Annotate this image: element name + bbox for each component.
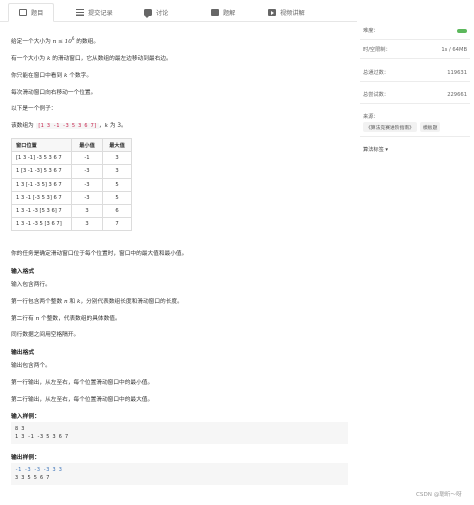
tried-row: 总尝试数： 229661 bbox=[360, 86, 470, 104]
tab-video[interactable]: 视频讲解 bbox=[268, 3, 305, 22]
sample-output-code: -1 -3 -3 -3 3 3 3 3 5 5 6 7 bbox=[11, 463, 348, 485]
chat-icon bbox=[144, 9, 152, 18]
statement-line: 输出包含两个。 bbox=[11, 363, 51, 369]
tab-label: 提交记录 bbox=[88, 10, 113, 17]
tab-problem[interactable]: 题目 bbox=[8, 3, 55, 22]
algorithm-tags-toggle[interactable]: 算法标签 ▾ bbox=[363, 146, 388, 153]
table-row: [1 3 -1] -3 5 3 6 7 -1 3 bbox=[11, 151, 132, 166]
source-badge[interactable]: 《算法竞赛进阶指南》 bbox=[363, 122, 417, 132]
solution-icon bbox=[211, 9, 219, 16]
limit-row: 时/空限制： 1s / 64MB bbox=[360, 41, 470, 59]
passed-row: 总通过数： 119631 bbox=[360, 64, 470, 82]
sample-input-heading: 输入样例： bbox=[11, 414, 40, 420]
sample-input-code: 8 3 1 3 -1 -3 5 3 6 7 bbox=[11, 422, 348, 444]
tab-submissions[interactable]: 提交记录 bbox=[76, 3, 113, 22]
example-table: 窗口位置 最小值 最大值 [1 3 -1] -3 5 3 6 7 -1 3 1 [3… bbox=[11, 137, 132, 232]
problem-tabs: 题目 提交记录 讨论 题解 视频讲解 bbox=[0, 0, 357, 22]
difficulty-indicator bbox=[457, 28, 467, 33]
book-icon bbox=[19, 9, 27, 16]
statement-line: 给定一个大小为 n ≤ 106 的数组。 bbox=[11, 36, 100, 45]
video-icon bbox=[268, 9, 276, 16]
difficulty-row: 难度： bbox=[360, 22, 470, 40]
table-header: 最小值 bbox=[71, 137, 103, 153]
statement-line: 第二行有 n 个整数，代表数组的具体数值。 bbox=[11, 316, 121, 322]
tab-solutions[interactable]: 题解 bbox=[211, 3, 235, 22]
tab-label: 讨论 bbox=[156, 10, 169, 17]
statement-line: 有一个大小为 k 的滑动窗口，它从数组的最左边移动到最右边。 bbox=[11, 56, 172, 62]
source-row: 来源： 《算法竞赛进阶指南》 模板题 bbox=[360, 109, 470, 137]
inline-code: [1 3 -1 -3 5 3 6 7] bbox=[35, 123, 99, 129]
statement-line: 你只能在窗口中看到 k 个数字。 bbox=[11, 73, 93, 79]
sample-output-line: -1 -3 -3 -3 3 3 bbox=[15, 467, 62, 473]
table-row: 1 3 -1 -3 5 [3 6 7] 3 7 bbox=[11, 217, 132, 232]
problem-info-sidebar: 难度： 时/空限制： 1s / 64MB 总通过数： 119631 总尝试数： … bbox=[360, 22, 474, 152]
task-statement: 你的任务是确定滑动窗口位于每个位置时，窗口中的最大值和最小值。 bbox=[11, 251, 188, 257]
table-header-row: 窗口位置 最小值 最大值 bbox=[11, 137, 132, 153]
table-row: 1 3 -1 [-3 5 3] 6 7 -3 5 bbox=[11, 190, 132, 205]
tab-label: 题目 bbox=[31, 10, 44, 17]
input-format-heading: 输入格式 bbox=[11, 269, 35, 275]
tab-label: 视频讲解 bbox=[280, 10, 305, 17]
statement-line: 输入包含两行。 bbox=[11, 282, 51, 288]
output-format-heading: 输出格式 bbox=[11, 350, 35, 356]
source-badge[interactable]: 模板题 bbox=[419, 122, 441, 132]
table-row: 1 3 -1 -3 [5 3 6] 736 bbox=[11, 203, 132, 219]
statement-line: 以下是一个例子： bbox=[11, 106, 57, 112]
watermark: CSDN @聪昕～呀 bbox=[416, 492, 462, 498]
list-icon bbox=[76, 9, 84, 16]
table-row: 1 3 [-1 -3 5] 3 6 7 -3 5 bbox=[11, 177, 132, 192]
statement-line: 第二行输出，从左至右，每个位置滑动窗口中的最大值。 bbox=[11, 397, 154, 403]
table-row: 1 [3 -1 -3] 5 3 6 7 -3 3 bbox=[11, 164, 132, 179]
sample-output-heading: 输出样例： bbox=[11, 455, 40, 461]
statement-line: 每次滑动窗口向右移动一个位置。 bbox=[11, 90, 97, 96]
statement-line: 同行数据之间用空格隔开。 bbox=[11, 332, 80, 338]
table-header: 窗口位置 bbox=[11, 137, 72, 153]
statement-line: 该数组为 [1 3 -1 -3 5 3 6 7] ，k 为 3。 bbox=[11, 123, 127, 129]
tab-label: 题解 bbox=[223, 10, 236, 17]
statement-line: 第一行包含两个整数 n 和 k，分别代表数组长度和滑动窗口的长度。 bbox=[11, 299, 183, 305]
sample-output-line: 3 3 5 5 6 7 bbox=[15, 475, 50, 481]
statement-line: 第一行输出，从左至右，每个位置滑动窗口中的最小值。 bbox=[11, 380, 154, 386]
tab-discussion[interactable]: 讨论 bbox=[144, 3, 168, 22]
table-header: 最大值 bbox=[102, 137, 132, 153]
